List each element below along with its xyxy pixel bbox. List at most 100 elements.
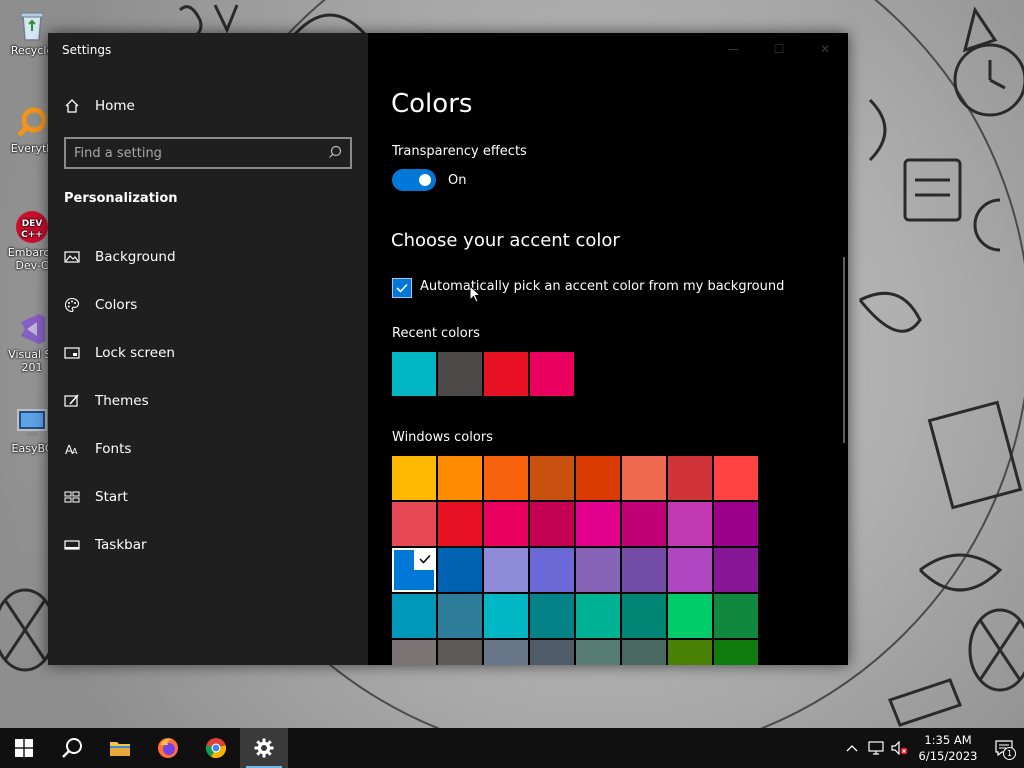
show-hidden-icons-button[interactable] xyxy=(840,728,864,768)
transparency-toggle[interactable] xyxy=(392,169,436,191)
windows-color-swatch[interactable] xyxy=(622,502,666,546)
windows-color-swatch[interactable] xyxy=(622,456,666,500)
window-controls: — ☐ ✕ xyxy=(710,33,848,65)
file-explorer-button[interactable] xyxy=(96,728,144,768)
windows-colors-label: Windows colors xyxy=(392,430,493,445)
windows-color-swatch[interactable] xyxy=(530,594,574,638)
sidebar-item-label: Fonts xyxy=(95,441,132,457)
windows-color-swatch[interactable] xyxy=(530,640,574,665)
sidebar-item-fonts[interactable]: AA Fonts xyxy=(48,429,368,469)
system-tray: 1:35 AM 6/15/2023 1 xyxy=(840,728,1024,768)
auto-pick-checkbox[interactable] xyxy=(392,278,412,298)
windows-color-swatch[interactable] xyxy=(392,456,436,500)
search-input[interactable] xyxy=(74,145,328,161)
windows-color-swatch[interactable] xyxy=(530,502,574,546)
firefox-icon xyxy=(158,738,178,758)
settings-nav: Settings Home Personalization Background xyxy=(48,33,368,665)
volume-muted-icon xyxy=(891,741,908,755)
windows-color-swatch[interactable] xyxy=(622,640,666,665)
windows-color-swatch[interactable] xyxy=(714,456,758,500)
taskbar-icon xyxy=(64,537,80,553)
recent-color-swatch[interactable] xyxy=(484,352,528,396)
windows-color-swatch[interactable] xyxy=(622,548,666,592)
visual-studio-icon xyxy=(21,314,45,344)
windows-color-swatch[interactable] xyxy=(576,502,620,546)
start-grid-icon xyxy=(64,489,80,505)
sidebar-item-colors[interactable]: Colors xyxy=(48,285,368,325)
minimize-button[interactable]: — xyxy=(710,33,756,65)
windows-color-swatch[interactable] xyxy=(438,640,482,665)
picture-icon xyxy=(64,249,80,265)
sidebar-item-lock-screen[interactable]: Lock screen xyxy=(48,333,368,373)
transparency-state: On xyxy=(448,173,467,188)
windows-color-swatch[interactable] xyxy=(714,548,758,592)
windows-color-swatch[interactable] xyxy=(484,456,528,500)
windows-color-swatch[interactable] xyxy=(484,502,528,546)
everything-search-icon xyxy=(17,107,47,137)
windows-color-swatch[interactable] xyxy=(392,640,436,665)
search-icon[interactable] xyxy=(328,144,342,163)
recent-colors-label: Recent colors xyxy=(392,326,480,341)
sidebar-item-start[interactable]: Start xyxy=(48,477,368,517)
windows-color-swatch[interactable] xyxy=(576,456,620,500)
fonts-icon: AA xyxy=(64,441,80,457)
action-center-button[interactable]: 1 xyxy=(984,728,1024,768)
easybcd-icon xyxy=(17,409,47,436)
sidebar-item-label: Start xyxy=(95,489,128,505)
dev-cpp-icon: DEV C++ xyxy=(16,211,48,243)
scrollbar[interactable] xyxy=(843,257,845,443)
windows-color-swatch[interactable] xyxy=(576,548,620,592)
windows-color-swatch[interactable] xyxy=(392,502,436,546)
windows-color-swatch[interactable] xyxy=(438,594,482,638)
palette-icon xyxy=(64,297,80,313)
windows-color-swatch[interactable] xyxy=(530,456,574,500)
windows-color-swatch[interactable] xyxy=(668,640,712,665)
windows-color-swatch[interactable] xyxy=(668,456,712,500)
chrome-icon xyxy=(205,738,227,759)
sidebar-item-taskbar[interactable]: Taskbar xyxy=(48,525,368,565)
search-button[interactable] xyxy=(48,728,96,768)
chevron-up-icon xyxy=(846,745,858,752)
windows-color-swatch[interactable] xyxy=(438,548,482,592)
start-button[interactable] xyxy=(0,728,48,768)
sidebar-item-background[interactable]: Background xyxy=(48,237,368,277)
recent-color-swatch[interactable] xyxy=(438,352,482,396)
checkmark-icon xyxy=(396,283,408,293)
chrome-button[interactable] xyxy=(192,728,240,768)
windows-color-swatch[interactable] xyxy=(484,594,528,638)
windows-color-swatch[interactable] xyxy=(576,594,620,638)
windows-color-swatch[interactable] xyxy=(668,502,712,546)
recent-color-swatch[interactable] xyxy=(392,352,436,396)
windows-color-swatch[interactable] xyxy=(530,548,574,592)
windows-color-swatch[interactable] xyxy=(668,594,712,638)
windows-color-swatch[interactable] xyxy=(714,502,758,546)
windows-color-swatch[interactable] xyxy=(714,640,758,665)
nav-home[interactable]: Home xyxy=(64,95,135,117)
windows-color-swatch[interactable] xyxy=(392,548,436,592)
close-button[interactable]: ✕ xyxy=(802,33,848,65)
clock-date: 6/15/2023 xyxy=(918,749,978,763)
notification-count-badge: 1 xyxy=(1003,747,1016,760)
taskbar-clock[interactable]: 1:35 AM 6/15/2023 xyxy=(912,732,984,764)
windows-color-swatch[interactable] xyxy=(576,640,620,665)
windows-color-swatch[interactable] xyxy=(438,502,482,546)
desktop-icon-label: Everyth xyxy=(10,142,54,155)
maximize-button[interactable]: ☐ xyxy=(756,33,802,65)
windows-color-swatch[interactable] xyxy=(438,456,482,500)
network-status[interactable] xyxy=(864,728,888,768)
volume-status[interactable] xyxy=(888,728,912,768)
find-setting-search[interactable] xyxy=(64,137,352,169)
taskbar: 1:35 AM 6/15/2023 1 xyxy=(0,728,1024,768)
sidebar-item-themes[interactable]: Themes xyxy=(48,381,368,421)
windows-color-swatch[interactable] xyxy=(714,594,758,638)
windows-color-swatch[interactable] xyxy=(484,548,528,592)
windows-color-swatch[interactable] xyxy=(668,548,712,592)
sidebar-item-label: Taskbar xyxy=(95,537,147,553)
firefox-button[interactable] xyxy=(144,728,192,768)
windows-color-swatch[interactable] xyxy=(392,594,436,638)
windows-color-swatch[interactable] xyxy=(622,594,666,638)
windows-logo-icon xyxy=(15,739,33,757)
settings-button[interactable] xyxy=(240,728,288,768)
recent-color-swatch[interactable] xyxy=(530,352,574,396)
windows-color-swatch[interactable] xyxy=(484,640,528,665)
